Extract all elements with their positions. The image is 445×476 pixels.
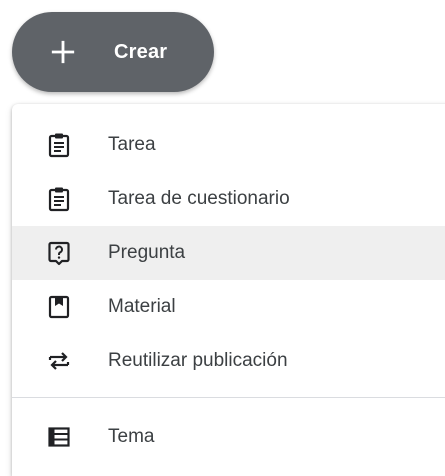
menu-item-label: Reutilizar publicación: [108, 350, 288, 371]
material-icon: [46, 294, 72, 320]
menu-item-material[interactable]: Material: [12, 280, 445, 334]
menu-item-quiz-assignment[interactable]: Tarea de cuestionario: [12, 172, 445, 226]
topic-icon: [46, 424, 72, 450]
menu-item-question[interactable]: Pregunta: [12, 226, 445, 280]
quiz-assignment-icon: [46, 186, 72, 212]
plus-icon: [51, 40, 75, 64]
reuse-post-icon: [46, 348, 72, 374]
menu-item-label: Material: [108, 296, 176, 317]
create-menu: Tarea Tarea de cuestionario Pregunta Mat…: [12, 104, 445, 476]
create-button[interactable]: Crear: [12, 12, 214, 92]
menu-item-assignment[interactable]: Tarea: [12, 118, 445, 172]
question-icon: [46, 240, 72, 266]
assignment-icon: [46, 132, 72, 158]
menu-item-reuse-post[interactable]: Reutilizar publicación: [12, 334, 445, 388]
create-button-label: Crear: [114, 40, 168, 63]
menu-item-label: Tarea: [108, 134, 156, 155]
menu-item-label: Pregunta: [108, 242, 186, 263]
menu-item-label: Tarea de cuestionario: [108, 188, 290, 209]
menu-divider: [12, 397, 445, 398]
menu-item-topic[interactable]: Tema: [12, 410, 445, 464]
menu-item-label: Tema: [108, 426, 155, 447]
